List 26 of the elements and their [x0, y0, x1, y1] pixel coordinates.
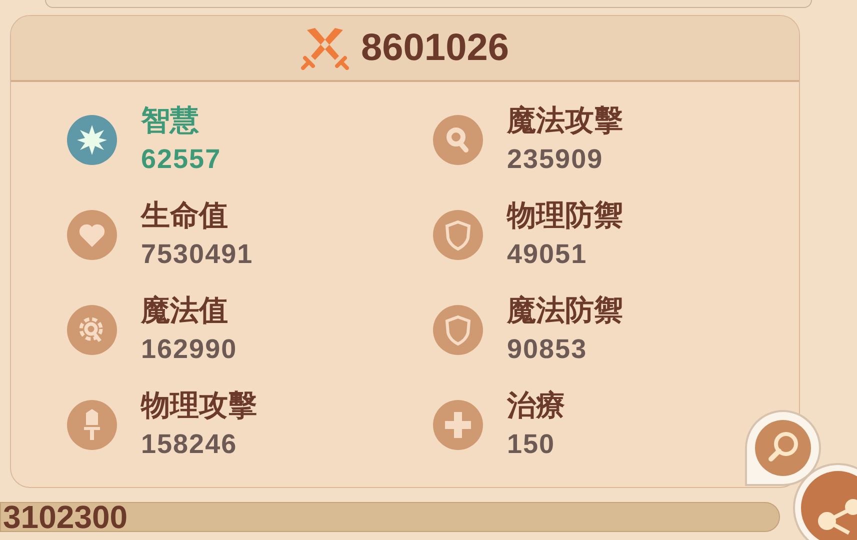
shield-icon — [433, 210, 483, 260]
stat-value: 162990 — [141, 333, 238, 366]
power-value: 8601026 — [361, 26, 509, 70]
stat-label: 治療 — [507, 388, 565, 424]
stat-value: 90853 — [507, 333, 588, 366]
stat-label: 魔法防禦 — [507, 294, 623, 329]
stat-label: 物理攻擊 — [141, 389, 257, 424]
crossed-swords-icon — [301, 26, 350, 70]
stat-value: 7530491 — [141, 238, 254, 271]
stat-value: 49051 — [507, 238, 588, 271]
stat-label: 魔法攻擊 — [507, 104, 623, 139]
stat-value: 158246 — [141, 428, 238, 461]
search-icon — [755, 420, 811, 476]
bottom-bar-value: 3102300 — [2, 501, 128, 533]
sword-icon — [67, 400, 117, 450]
stat-label: 魔法值 — [141, 294, 229, 329]
stat-label: 智慧 — [141, 104, 200, 139]
shield-icon — [433, 305, 483, 355]
stat-label: 生命值 — [141, 199, 229, 234]
share-icon — [801, 471, 857, 540]
stat-label: 物理防禦 — [507, 199, 623, 234]
plus-icon — [433, 400, 483, 450]
search-button[interactable] — [745, 410, 821, 486]
stat-value: 62557 — [141, 143, 222, 176]
stat-value: 235909 — [507, 143, 604, 176]
stat-value: 150 — [507, 428, 556, 461]
